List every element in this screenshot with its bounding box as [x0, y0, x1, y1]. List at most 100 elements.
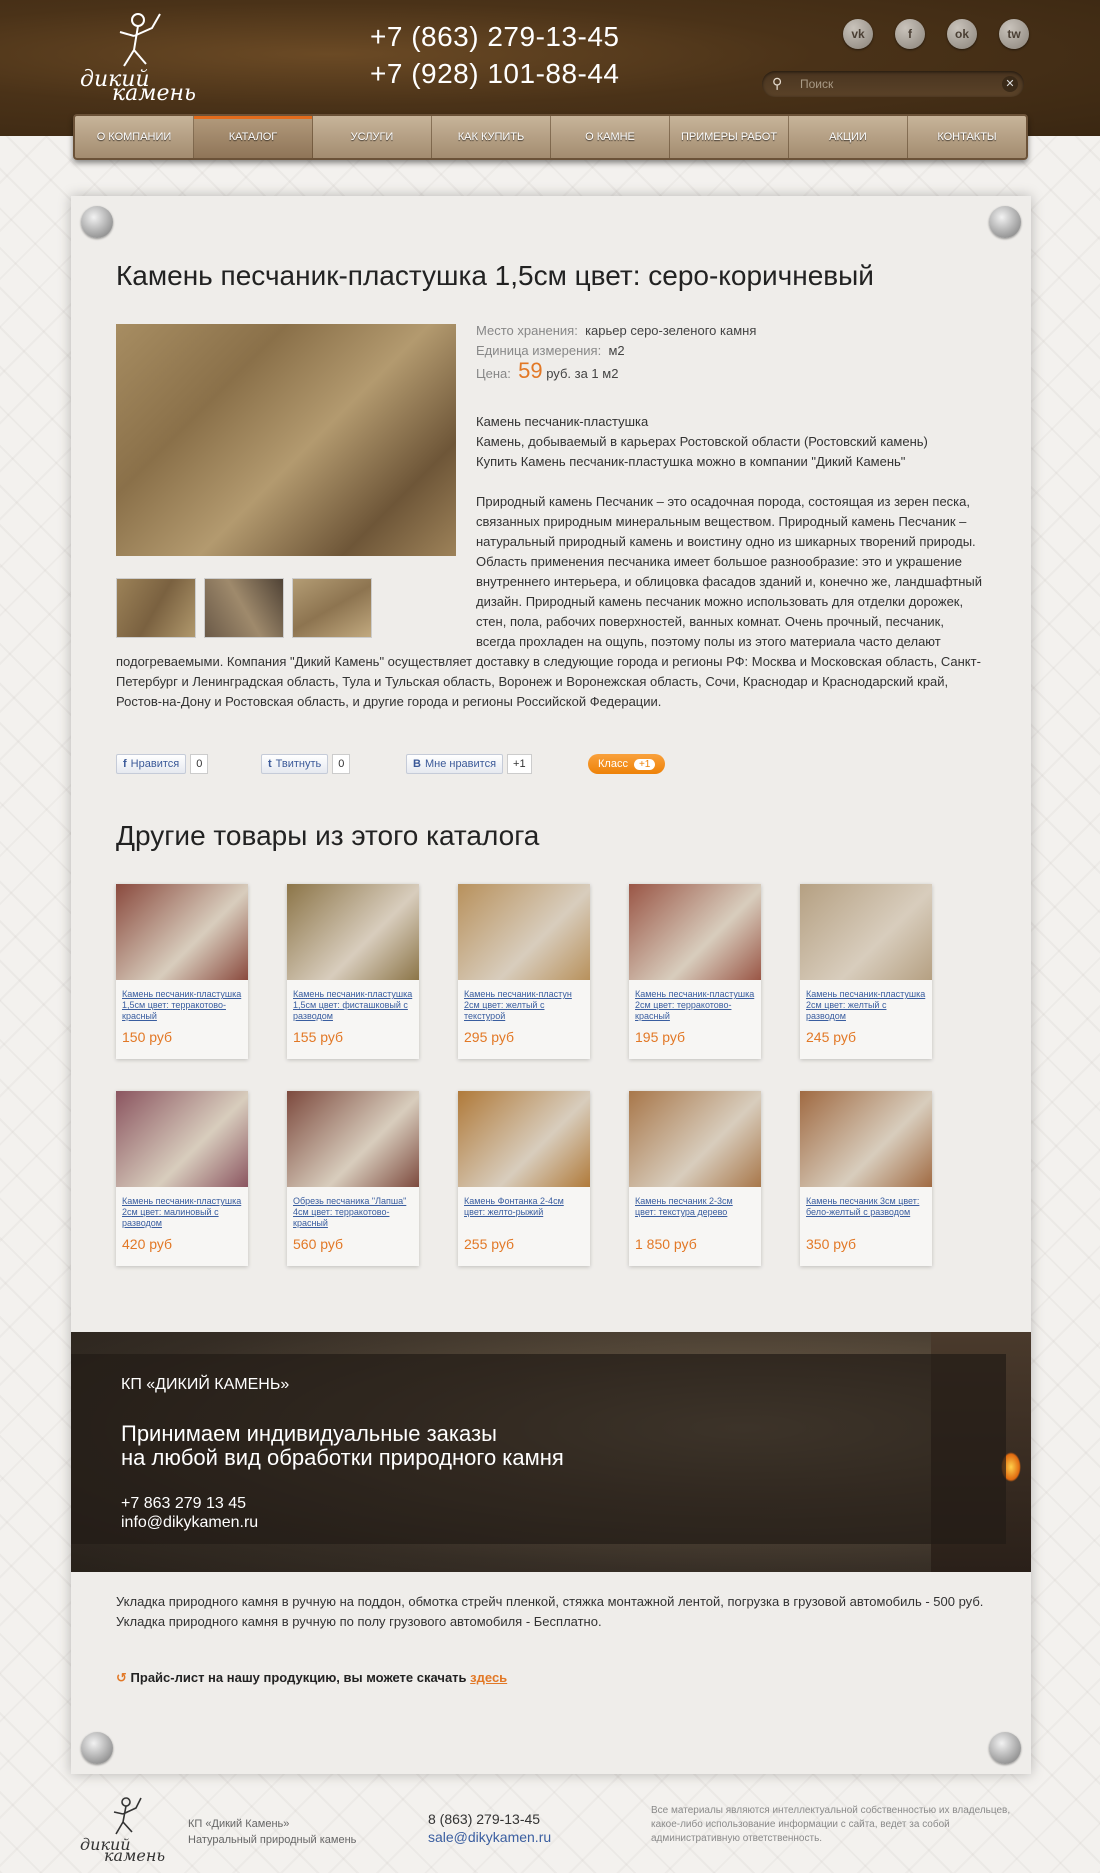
- product-card-image[interactable]: [287, 1091, 419, 1187]
- delivery-line: Укладка природного камня в ручную по пол…: [116, 1614, 602, 1629]
- product-card-link[interactable]: Камень песчаник-пластушка 2см цвет: терр…: [635, 989, 755, 1025]
- product-card-price: 560 руб: [293, 1236, 344, 1252]
- odnoklassniki-icon[interactable]: ok: [947, 19, 977, 49]
- facebook-icon[interactable]: f: [895, 19, 925, 49]
- intro-line: Камень песчаник-пластушка: [476, 414, 649, 429]
- logo[interactable]: дикий камень: [76, 6, 196, 104]
- svg-text:камень: камень: [112, 81, 196, 104]
- footer-phone[interactable]: 8 (863) 279-13-45: [428, 1810, 551, 1828]
- fb-like-count: 0: [190, 754, 209, 774]
- social-share-bar: f Нравится 0 t Твитнуть 0 В Мне нравится +1…: [116, 754, 986, 778]
- tweet-label: Твитнуть: [275, 758, 322, 770]
- svg-text:камень: камень: [104, 1846, 165, 1862]
- product-card-link[interactable]: Обрезь песчаника "Лапша" 4см цвет: терра…: [293, 1196, 413, 1232]
- product-card[interactable]: Камень Фонтанка 2-4см цвет: желто-рыжий 2…: [458, 1091, 590, 1266]
- product-card[interactable]: Камень песчаник 3см цвет: бело-желтый с …: [800, 1091, 932, 1266]
- pricelist-link[interactable]: здесь: [470, 1670, 507, 1685]
- tweet-count: 0: [332, 754, 351, 774]
- search-icon[interactable]: ⚲: [772, 75, 782, 92]
- product-card[interactable]: Камень песчаник-пластушка 1,5см цвет: фи…: [287, 884, 419, 1059]
- banner-phone[interactable]: +7 863 279 13 45: [121, 1495, 246, 1513]
- nav-item-about-stone[interactable]: О камне: [551, 116, 670, 158]
- vk-icon[interactable]: vk: [843, 19, 873, 49]
- product-card-link[interactable]: Камень песчаник 3см цвет: бело-желтый с …: [806, 1196, 926, 1232]
- screw-icon: [989, 206, 1021, 238]
- product-card-link[interactable]: Камень песчаник-пластушка 1,5см цвет: фи…: [293, 989, 413, 1025]
- footer-email[interactable]: sale@dikykamen.ru: [428, 1828, 551, 1846]
- delivery-line: Укладка природного камня в ручную на под…: [116, 1594, 984, 1609]
- product-card[interactable]: Камень песчаник 2-3см цвет: текстура дер…: [629, 1091, 761, 1266]
- product-card[interactable]: Обрезь песчаника "Лапша" 4см цвет: терра…: [287, 1091, 419, 1266]
- nav-item-services[interactable]: Услуги: [313, 116, 432, 158]
- screw-icon: [81, 1732, 113, 1764]
- footer-copyright-note: Все материалы являются интеллектуальной …: [651, 1805, 1011, 1844]
- search-input[interactable]: [800, 74, 990, 94]
- product-description: Камень песчаник-пластушка Камень, добыва…: [116, 412, 986, 732]
- product-card-link[interactable]: Камень песчаник-пластун 2см цвет: желтый…: [464, 989, 584, 1025]
- vk-icon: В: [413, 758, 421, 770]
- nav-item-portfolio[interactable]: Примеры работ: [670, 116, 789, 158]
- phone-2[interactable]: +7 (928) 101-88-44: [370, 55, 620, 92]
- nav-item-about[interactable]: О компании: [75, 116, 194, 158]
- product-card-link[interactable]: Камень Фонтанка 2-4см цвет: желто-рыжий: [464, 1196, 584, 1232]
- product-card-link[interactable]: Камень песчаник-пластушка 2см цвет: мали…: [122, 1196, 242, 1232]
- product-card-image[interactable]: [287, 884, 419, 980]
- vk-like-label: Мне нравится: [424, 758, 497, 770]
- pricelist-download: ↺ Прайс-лист на нашу продукцию, вы может…: [116, 1670, 507, 1686]
- unit-label: Единица измерения:: [476, 343, 602, 358]
- product-card-image[interactable]: [116, 884, 248, 980]
- product-card[interactable]: Камень песчаник-пластун 2см цвет: желтый…: [458, 884, 590, 1059]
- nav-item-contacts[interactable]: Контакты: [908, 116, 1026, 158]
- search-box: ⚲ ✕: [762, 71, 1024, 97]
- product-card-image[interactable]: [800, 1091, 932, 1187]
- twitter-icon: t: [268, 758, 272, 770]
- product-card-link[interactable]: Камень песчаник-пластушка 2см цвет: желт…: [806, 989, 926, 1025]
- nav-item-catalog[interactable]: Каталог: [194, 116, 313, 158]
- product-card-image[interactable]: [458, 1091, 590, 1187]
- footer-logo[interactable]: дикий камень: [78, 1792, 168, 1862]
- vk-like-button[interactable]: В Мне нравится: [406, 754, 504, 774]
- product-card[interactable]: Камень песчаник-пластушка 2см цвет: мали…: [116, 1091, 248, 1266]
- product-card-image[interactable]: [629, 1091, 761, 1187]
- phone-1[interactable]: +7 (863) 279-13-45: [370, 18, 620, 55]
- product-card-price: 350 руб: [806, 1236, 857, 1252]
- product-card[interactable]: Камень песчаник-пластушка 1,5см цвет: те…: [116, 884, 248, 1059]
- delivery-info: Укладка природного камня в ручную на под…: [116, 1592, 986, 1632]
- clear-search-icon[interactable]: ✕: [1002, 76, 1018, 92]
- product-card-image[interactable]: [629, 884, 761, 980]
- storage-value: карьер серо-зеленого камня: [585, 323, 757, 338]
- product-card-image[interactable]: [116, 1091, 248, 1187]
- footer-tagline: Натуральный природный камень: [188, 1834, 357, 1846]
- banner-email[interactable]: info@dikykamen.ru: [121, 1514, 258, 1532]
- ok-class-label: Класс: [598, 758, 628, 770]
- storage-label: Место хранения:: [476, 323, 578, 338]
- header-phones: +7 (863) 279-13-45 +7 (928) 101-88-44: [370, 18, 620, 92]
- unit-value: м2: [608, 343, 625, 358]
- twitter-icon[interactable]: tw: [999, 19, 1029, 49]
- product-card-image[interactable]: [800, 884, 932, 980]
- tweet-button[interactable]: t Твитнуть: [261, 754, 329, 774]
- product-card[interactable]: Камень песчаник-пластушка 2см цвет: желт…: [800, 884, 932, 1059]
- fb-like-label: Нравится: [130, 758, 180, 770]
- fb-like-button[interactable]: f Нравится: [116, 754, 187, 774]
- facebook-icon: f: [123, 758, 127, 770]
- product-card[interactable]: Камень песчаник-пластушка 2см цвет: терр…: [629, 884, 761, 1059]
- nav-item-how-to-buy[interactable]: Как купить: [432, 116, 551, 158]
- nav-item-promotions[interactable]: Акции: [789, 116, 908, 158]
- product-card-link[interactable]: Камень песчаник-пластушка 1,5см цвет: те…: [122, 989, 242, 1025]
- ok-class-button[interactable]: Класс +1: [588, 754, 666, 774]
- social-links: vk f ok tw: [843, 19, 1029, 49]
- product-card-price: 295 руб: [464, 1029, 515, 1045]
- banner-slogan-line: Принимаем индивидуальные заказы: [121, 1421, 497, 1446]
- main-nav: О компании Каталог Услуги Как купить О к…: [73, 114, 1028, 160]
- product-card-price: 255 руб: [464, 1236, 515, 1252]
- pricelist-text: Прайс-лист на нашу продукцию, вы можете …: [130, 1670, 467, 1685]
- product-card-image[interactable]: [458, 884, 590, 980]
- product-card-link[interactable]: Камень песчаник 2-3см цвет: текстура дер…: [635, 1196, 755, 1232]
- product-card-price: 420 руб: [122, 1236, 173, 1252]
- screw-icon: [989, 1732, 1021, 1764]
- ok-class-count: +1: [633, 758, 656, 770]
- site-footer: дикий камень КП «Дикий Камень» Натуральн…: [0, 1778, 1100, 1873]
- product-meta: Место хранения: карьер серо-зеленого кам…: [476, 321, 756, 384]
- screw-icon: [81, 206, 113, 238]
